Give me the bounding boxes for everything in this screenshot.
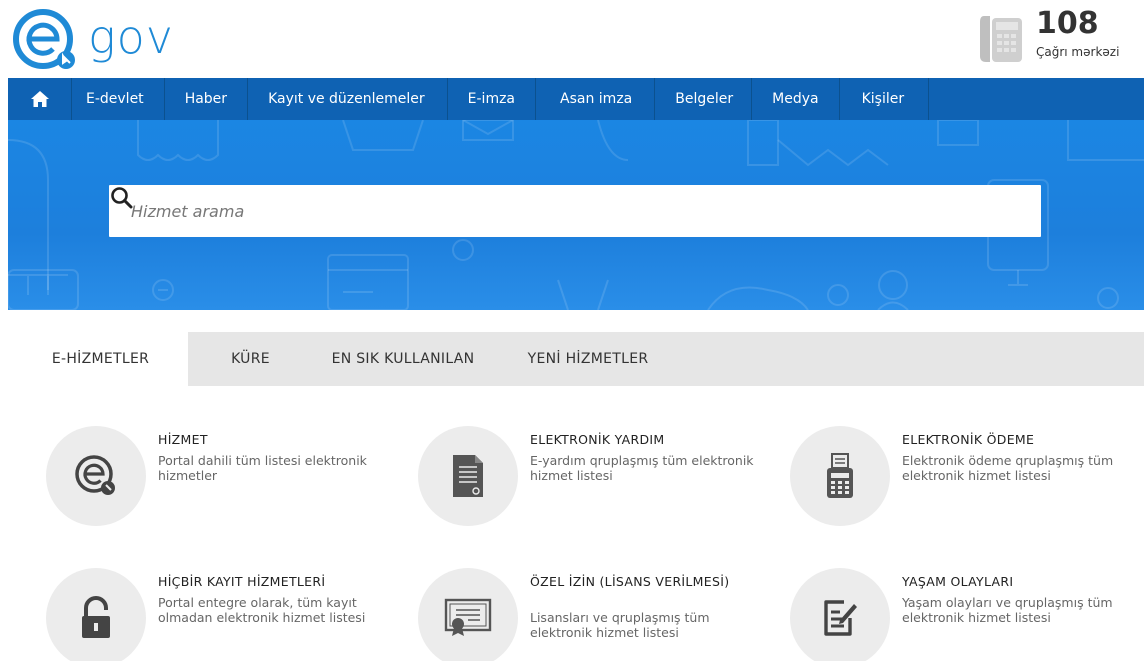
call-center-label: Çağrı mərkəzi bbox=[1036, 45, 1120, 59]
search-icon[interactable] bbox=[109, 185, 135, 211]
certificate-icon bbox=[444, 598, 492, 636]
call-center[interactable]: 108 Çağrı mərkəzi bbox=[980, 6, 1140, 68]
service-title: ÖZEL İZİN (LİSANS VERİLMESİ) bbox=[530, 574, 730, 589]
tab-e-hizmetler[interactable]: E-HİZMETLER bbox=[13, 332, 188, 386]
logo-text: gov bbox=[88, 10, 174, 64]
service-icon-circle bbox=[790, 568, 890, 661]
edit-note-icon bbox=[824, 600, 857, 636]
nav-item-kisiler[interactable]: Kişiler bbox=[840, 78, 930, 120]
nav-item-e-devlet[interactable]: E-devlet bbox=[72, 78, 165, 120]
service-icon-circle bbox=[46, 568, 146, 661]
document-icon bbox=[453, 455, 483, 497]
search-bar bbox=[109, 185, 1041, 237]
service-card-yasam-olaylari[interactable]: YAŞAM OLAYLARI Yaşam olayları ve qruplaş… bbox=[790, 568, 1144, 661]
service-icon-circle bbox=[418, 426, 518, 526]
service-description: Elektronik ödeme qruplaşmış tüm elektron… bbox=[902, 453, 1114, 483]
tab-en-sik-kullanilan[interactable]: EN SIK KULLANILAN bbox=[313, 332, 493, 386]
hero-banner bbox=[8, 120, 1144, 310]
service-description: Lisansları ve qruplaşmış tüm elektronik … bbox=[530, 610, 710, 640]
service-icon-circle bbox=[46, 426, 146, 526]
nav-item-belgeler[interactable]: Belgeler bbox=[655, 78, 753, 120]
service-card-elektronik-odeme[interactable]: ELEKTRONİK ÖDEME Elektronik ödeme qrupla… bbox=[790, 426, 1144, 530]
home-icon bbox=[30, 91, 49, 107]
service-description: Portal dahili tüm listesi elektronik hiz… bbox=[158, 453, 367, 483]
service-card-hizmet[interactable]: HİZMET Portal dahili tüm listesi elektro… bbox=[46, 426, 416, 530]
nav-item-kayit[interactable]: Kayıt ve düzenlemeler bbox=[248, 78, 448, 120]
unlock-icon bbox=[82, 596, 110, 638]
egov-logo[interactable]: gov bbox=[12, 6, 232, 72]
service-title: ELEKTRONİK YARDIM bbox=[530, 432, 665, 447]
main-nav: E-devlet Haber Kayıt ve düzenlemeler E-i… bbox=[8, 78, 1144, 120]
payment-terminal-icon bbox=[827, 453, 853, 498]
service-card-elektronik-yardim[interactable]: ELEKTRONİK YARDIM E-yardım qruplaşmış tü… bbox=[418, 426, 788, 530]
service-card-hicbir-kayit[interactable]: HİÇBİR KAYIT HİZMETLERİ Portal entegre o… bbox=[46, 568, 416, 661]
service-icon-circle bbox=[790, 426, 890, 526]
service-title: ELEKTRONİK ÖDEME bbox=[902, 432, 1035, 447]
egov-logo-icon bbox=[13, 9, 75, 69]
service-description: E-yardım qruplaşmış tüm elektronik hizme… bbox=[530, 453, 754, 483]
tab-kure[interactable]: KÜRE bbox=[188, 332, 313, 386]
nav-item-medya[interactable]: Medya bbox=[752, 78, 840, 120]
nav-item-e-imza[interactable]: E-imza bbox=[448, 78, 537, 120]
search-input[interactable] bbox=[131, 185, 971, 237]
service-title: HİZMET bbox=[158, 432, 208, 447]
service-title: YAŞAM OLAYLARI bbox=[902, 574, 1014, 589]
egov-logo-icon bbox=[75, 455, 115, 495]
call-center-number: 108 bbox=[1036, 6, 1099, 41]
service-title: HİÇBİR KAYIT HİZMETLERİ bbox=[158, 574, 326, 589]
nav-item-asan-imza[interactable]: Asan imza bbox=[536, 78, 656, 120]
phone-icon bbox=[980, 16, 1022, 62]
service-description: Portal entegre olarak, tüm kayıt olmadan… bbox=[158, 595, 366, 625]
site-header: gov 108 Çağrı mərkəzi bbox=[0, 0, 1144, 78]
nav-item-haber[interactable]: Haber bbox=[165, 78, 249, 120]
service-tabs: E-HİZMETLER KÜRE EN SIK KULLANILAN YENİ … bbox=[13, 332, 1144, 386]
service-description: Yaşam olayları ve qruplaşmış tüm elektro… bbox=[902, 595, 1113, 625]
service-icon-circle bbox=[418, 568, 518, 661]
service-card-ozel-izin[interactable]: ÖZEL İZİN (LİSANS VERİLMESİ) Lisansları … bbox=[418, 568, 788, 661]
tab-yeni-hizmetler[interactable]: YENİ HİZMETLER bbox=[493, 332, 683, 386]
nav-home[interactable] bbox=[8, 78, 72, 120]
